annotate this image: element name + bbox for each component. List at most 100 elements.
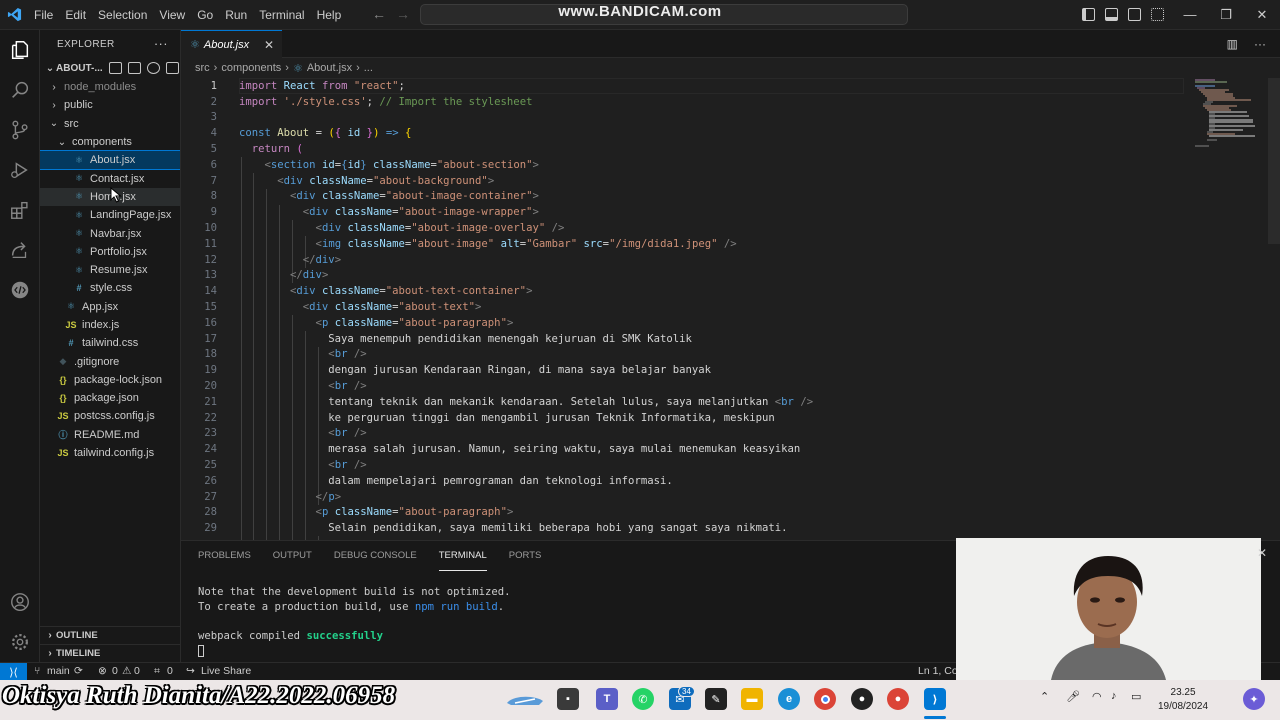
panel-tab-problems[interactable]: PROBLEMS	[198, 541, 251, 571]
file-explorer-icon[interactable]: ▬	[741, 688, 763, 710]
customize-layout-icon[interactable]	[1151, 8, 1164, 21]
ports-count[interactable]: 0	[167, 665, 173, 677]
split-editor-icon[interactable]: ▥	[1227, 37, 1238, 51]
timeline-section[interactable]: › TIMELINE	[40, 644, 180, 662]
tree-item[interactable]: ⚛ Portfolio.jsx	[40, 243, 180, 261]
collapse-all-icon[interactable]	[165, 62, 179, 74]
microphone-icon[interactable]: 🎤︎	[1066, 690, 1080, 703]
error-count[interactable]: 0	[112, 665, 118, 677]
new-folder-icon[interactable]	[127, 62, 141, 74]
live-share-icon[interactable]	[8, 238, 32, 262]
volume-icon[interactable]: ♪	[1111, 690, 1117, 702]
command-center-search[interactable]	[420, 4, 908, 25]
breadcrumb-components[interactable]: components	[221, 62, 281, 74]
settings-gear-icon[interactable]	[8, 630, 32, 654]
menu-item-help[interactable]: Help	[311, 0, 348, 30]
menu-item-run[interactable]: Run	[219, 0, 253, 30]
tree-item[interactable]: ⌄ components	[40, 133, 180, 151]
tree-item[interactable]: ⓘ README.md	[40, 426, 180, 444]
breadcrumb-file[interactable]: About.jsx	[307, 62, 352, 74]
panel-tab-ports[interactable]: PORTS	[509, 541, 542, 571]
tree-item[interactable]: › public	[40, 96, 180, 114]
tree-item[interactable]: › node_modules	[40, 78, 180, 96]
copilot-chat-icon[interactable]	[8, 278, 32, 302]
menu-item-go[interactable]: Go	[191, 0, 219, 30]
tree-item[interactable]: JS tailwind.config.js	[40, 444, 180, 462]
tree-item[interactable]: ⚛ Contact.jsx	[40, 169, 180, 187]
run-debug-icon[interactable]	[8, 158, 32, 182]
menu-item-selection[interactable]: Selection	[92, 0, 153, 30]
tree-item[interactable]: ⚛ Navbar.jsx	[40, 224, 180, 242]
weather-widget-icon[interactable]	[505, 688, 545, 710]
chrome-icon[interactable]	[814, 688, 836, 710]
tree-item[interactable]: ⌄ src	[40, 115, 180, 133]
new-file-icon[interactable]	[108, 62, 122, 74]
tree-item[interactable]: ⚛ Resume.jsx	[40, 261, 180, 279]
tree-item[interactable]: ⚛ About.jsx	[40, 150, 180, 171]
ports-icon[interactable]: ⌗	[154, 665, 160, 678]
menu-item-terminal[interactable]: Terminal	[253, 0, 310, 30]
live-share-label[interactable]: Live Share	[201, 665, 251, 677]
back-arrow-icon[interactable]: ←	[372, 6, 386, 22]
sync-icon[interactable]: ⟳	[74, 665, 83, 677]
system-clock[interactable]: 23.25 19/08/2024	[1158, 686, 1208, 714]
more-actions-icon[interactable]: ···	[1254, 37, 1266, 51]
tray-chevron-icon[interactable]: ⌃	[1040, 690, 1049, 703]
tree-item[interactable]: ⚛ LandingPage.jsx	[40, 206, 180, 224]
tree-item[interactable]: ⚛ App.jsx	[40, 298, 180, 316]
toggle-panel-icon[interactable]	[1105, 8, 1118, 21]
forward-arrow-icon[interactable]: →	[396, 6, 410, 22]
error-icon[interactable]: ⊗	[98, 665, 107, 677]
breadcrumb-src[interactable]: src	[195, 62, 210, 74]
menu-item-edit[interactable]: Edit	[59, 0, 92, 30]
branch-icon[interactable]: ⑂	[34, 665, 40, 677]
warning-count[interactable]: 0	[134, 665, 140, 677]
teams-icon[interactable]: T	[596, 688, 618, 710]
vscode-taskbar-icon[interactable]: ⟩	[924, 688, 946, 710]
code-editor[interactable]: 1 import React from "react"; 2 import './st…	[181, 78, 1280, 540]
app-icon[interactable]: ✎	[705, 688, 727, 710]
remote-indicator-icon[interactable]: ⟩⟨	[0, 663, 27, 681]
tab-about-jsx[interactable]: ⚛ About.jsx ✕	[181, 30, 282, 58]
toggle-sidebar-icon[interactable]	[1082, 8, 1095, 21]
toggle-secondary-sidebar-icon[interactable]	[1128, 8, 1141, 21]
source-control-icon[interactable]	[8, 118, 32, 142]
close-window-icon[interactable]: ✕	[1244, 0, 1280, 30]
minimize-icon[interactable]: —	[1172, 0, 1208, 30]
battery-icon[interactable]: ▭	[1131, 690, 1141, 703]
accounts-icon[interactable]	[8, 590, 32, 614]
whatsapp-icon[interactable]: ✆	[632, 688, 654, 710]
webcam-close-icon[interactable]: ✕	[1257, 546, 1267, 560]
project-folder-header[interactable]: ⌄ ABOUT-...	[40, 58, 180, 78]
menu-item-view[interactable]: View	[153, 0, 191, 30]
wifi-icon[interactable]: ◠	[1092, 690, 1102, 703]
extensions-icon[interactable]	[8, 198, 32, 222]
tree-item[interactable]: {} package-lock.json	[40, 371, 180, 389]
explorer-icon[interactable]	[8, 38, 32, 62]
warning-icon[interactable]: ⚠	[122, 665, 131, 677]
panel-tab-terminal[interactable]: TERMINAL	[438, 542, 487, 571]
tree-item[interactable]: ◆ .gitignore	[40, 352, 180, 370]
edge-icon[interactable]: e	[778, 688, 800, 710]
bandicam-icon[interactable]: ●	[851, 688, 873, 710]
outline-section[interactable]: › OUTLINE	[40, 626, 180, 644]
terminal-output[interactable]: Note that the development build is not o…	[198, 585, 511, 659]
live-share-status-icon[interactable]: ↪	[186, 665, 195, 677]
tree-item[interactable]: # tailwind.css	[40, 334, 180, 352]
restore-icon[interactable]: ❐	[1208, 0, 1244, 30]
search-icon[interactable]	[8, 78, 32, 102]
panel-tab-output[interactable]: OUTPUT	[273, 541, 312, 571]
copilot-icon[interactable]: ✦	[1243, 688, 1265, 710]
task-view-icon[interactable]: ▪	[557, 688, 579, 710]
minimap[interactable]	[1193, 78, 1268, 178]
breadcrumb-symbol[interactable]: ...	[364, 62, 373, 74]
menu-item-file[interactable]: File	[28, 0, 59, 30]
chrome-profile-icon[interactable]: ●	[887, 688, 909, 710]
cursor-position[interactable]: Ln 1, Co	[918, 665, 958, 677]
branch-name[interactable]: main	[47, 665, 70, 677]
explorer-more-icon[interactable]: ···	[154, 36, 168, 51]
close-tab-icon[interactable]: ✕	[264, 38, 274, 52]
tree-item[interactable]: JS postcss.config.js	[40, 407, 180, 425]
tree-item[interactable]: # style.css	[40, 279, 180, 297]
tree-item[interactable]: {} package.json	[40, 389, 180, 407]
